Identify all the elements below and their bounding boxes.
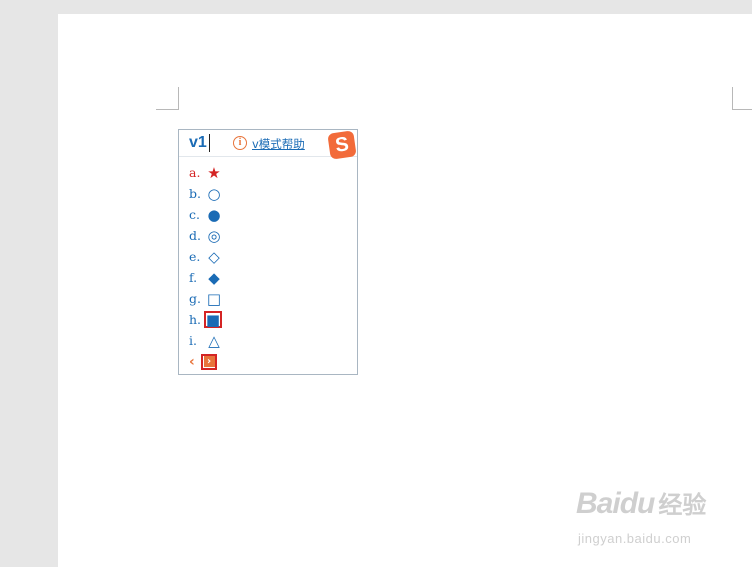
info-icon[interactable]: i (233, 136, 247, 150)
candidate-item-g[interactable]: g. □ (189, 288, 223, 309)
ime-input-text: v1 (189, 134, 207, 151)
candidate-item-i[interactable]: i. △ (189, 330, 223, 351)
candidate-item-b[interactable]: b. ○ (189, 183, 223, 204)
candidate-label: h. (189, 312, 202, 327)
candidate-label: i. (189, 333, 197, 348)
triangle-outline-icon: △ (208, 331, 220, 350)
ime-candidate-window: v1 i v模式帮助 S a. ★ b. ○ c. ● d. ◎ e. ◇ f.… (178, 129, 358, 375)
candidate-item-h[interactable]: h. ■ (189, 309, 223, 330)
candidate-item-f[interactable]: f. ◆ (189, 267, 223, 288)
candidate-item-a[interactable]: a. ★ (189, 162, 223, 183)
next-page-button[interactable]: › (201, 353, 217, 370)
candidate-item-c[interactable]: c. ● (189, 204, 223, 225)
candidate-item-e[interactable]: e. ◇ (189, 246, 223, 267)
watermark-cn: 经验 (658, 492, 707, 519)
candidate-label: c. (189, 207, 200, 222)
ime-header: v1 i v模式帮助 S (179, 130, 357, 160)
candidate-label: a. (189, 165, 201, 180)
square-outline-icon: □ (206, 289, 222, 308)
v-mode-help-link[interactable]: v模式帮助 (252, 136, 305, 152)
baidu-jingyan-watermark: Baidu 经验 jingyan.baidu.com (576, 485, 707, 546)
candidate-item-d[interactable]: d. ◎ (189, 225, 223, 246)
margin-corner-top-left (156, 87, 179, 110)
circle-outline-icon: ○ (207, 184, 221, 203)
sogou-logo-icon[interactable]: S (327, 130, 357, 160)
candidate-label: b. (189, 186, 201, 201)
prev-page-icon[interactable]: ‹ (189, 354, 201, 370)
watermark-brand: Bai (576, 487, 621, 520)
candidate-label: e. (189, 249, 201, 264)
candidate-label: d. (189, 228, 201, 243)
diamond-filled-icon: ◆ (208, 268, 220, 287)
text-caret (209, 134, 210, 152)
candidate-list: a. ★ b. ○ c. ● d. ◎ e. ◇ f. ◆ g. □ h. ■ (189, 162, 223, 372)
candidate-label: g. (189, 291, 201, 306)
circle-filled-icon: ● (207, 205, 221, 224)
diamond-outline-icon: ◇ (208, 247, 220, 266)
chevron-right-icon: › (203, 356, 215, 367)
candidate-label: f. (189, 270, 198, 285)
candidate-pager: ‹ › (189, 351, 223, 372)
watermark-brand-du: du (619, 487, 656, 520)
star-icon: ★ (207, 163, 221, 182)
margin-corner-top-right (732, 87, 752, 110)
square-filled-icon: ■ (204, 310, 222, 329)
watermark-url: jingyan.baidu.com (578, 531, 692, 546)
bullseye-icon: ◎ (207, 226, 221, 245)
